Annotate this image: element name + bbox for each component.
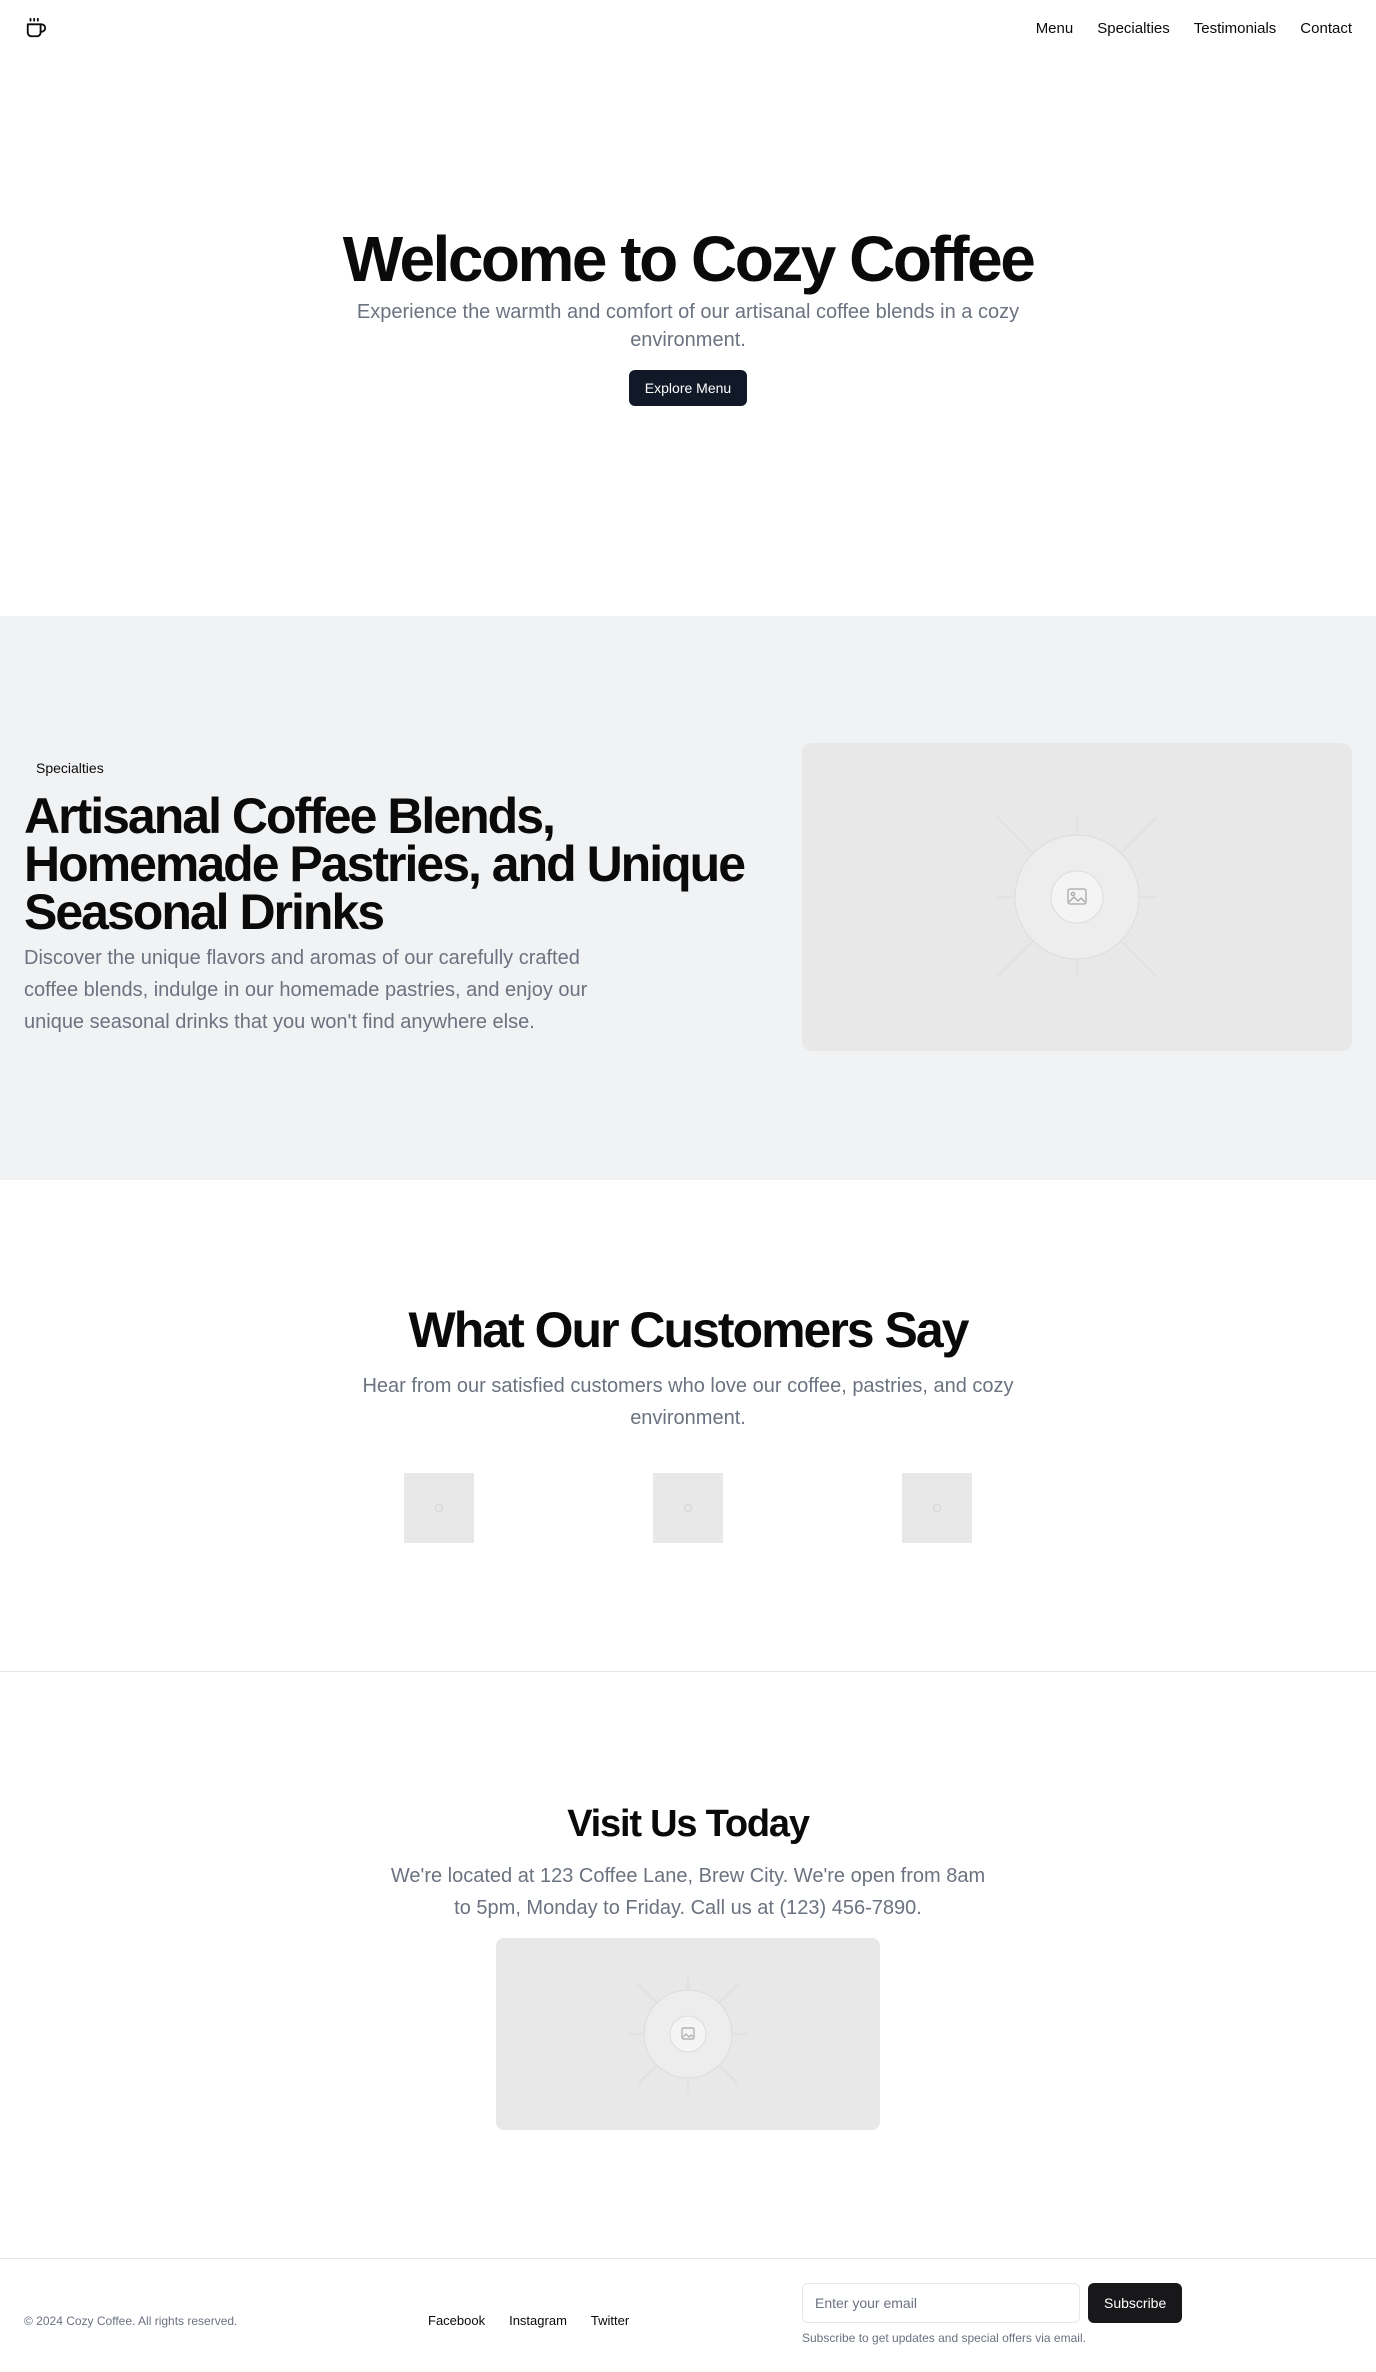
avatar-placeholder-icon <box>902 1473 972 1543</box>
nav-specialties[interactable]: Specialties <box>1097 20 1170 37</box>
visit-description: We're located at 123 Coffee Lane, Brew C… <box>390 1865 986 1919</box>
specialties-title: Artisanal Coffee Blends, Homemade Pastri… <box>24 788 746 940</box>
hero-section: Welcome to Cozy Coffee Experience the wa… <box>0 56 1376 616</box>
visit-section: Visit Us Today We're located at 123 Coff… <box>0 1672 1376 2258</box>
specialties-image <box>802 743 1352 1051</box>
image-placeholder-icon <box>996 816 1158 978</box>
subscribe-form: Subscribe Subscribe to get updates and s… <box>802 2283 1202 2345</box>
facebook-link[interactable]: Facebook <box>428 2313 485 2328</box>
site-header: Menu Specialties Testimonials Contact <box>0 0 1376 56</box>
specialties-badge: Specialties <box>24 756 116 780</box>
avatar-placeholder-icon <box>404 1473 474 1543</box>
specialties-section: Specialties Artisanal Coffee Blends, Hom… <box>0 616 1376 1180</box>
subscribe-button[interactable]: Subscribe <box>1088 2283 1183 2323</box>
hero-subtitle: Experience the warmth and comfort of our… <box>356 300 1020 351</box>
avatar-placeholder-icon <box>653 1473 723 1543</box>
specialties-description: Discover the unique flavors and aromas o… <box>24 947 588 1033</box>
subscribe-note: Subscribe to get updates and special off… <box>802 2331 1086 2345</box>
email-input[interactable] <box>802 2283 1080 2323</box>
specialties-content: Specialties Artisanal Coffee Blends, Hom… <box>24 756 746 1038</box>
location-image <box>496 1938 880 2130</box>
subscribe-row: Subscribe <box>802 2283 1202 2323</box>
visit-title: Visit Us Today <box>567 1803 810 1845</box>
twitter-link[interactable]: Twitter <box>591 2313 629 2328</box>
nav-contact[interactable]: Contact <box>1300 20 1352 37</box>
testimonials-title: What Our Customers Say <box>408 1302 970 1358</box>
nav-testimonials[interactable]: Testimonials <box>1194 20 1277 37</box>
main-nav: Menu Specialties Testimonials Contact <box>1036 20 1352 37</box>
hero-title: Welcome to Cozy Coffee <box>342 223 1036 296</box>
nav-menu[interactable]: Menu <box>1036 20 1074 37</box>
copyright-text: © 2024 Cozy Coffee. All rights reserved. <box>24 2314 238 2328</box>
image-placeholder-icon <box>628 1974 748 2094</box>
instagram-link[interactable]: Instagram <box>509 2313 567 2328</box>
testimonials-section: What Our Customers Say Hear from our sat… <box>0 1180 1376 1672</box>
coffee-cup-icon[interactable] <box>24 16 48 40</box>
explore-menu-button[interactable]: Explore Menu <box>628 369 748 406</box>
site-footer: © 2024 Cozy Coffee. All rights reserved.… <box>0 2258 1376 2372</box>
social-links: Facebook Instagram Twitter <box>428 2313 629 2328</box>
testimonials-subtitle: Hear from our satisfied customers who lo… <box>362 1375 1014 1429</box>
